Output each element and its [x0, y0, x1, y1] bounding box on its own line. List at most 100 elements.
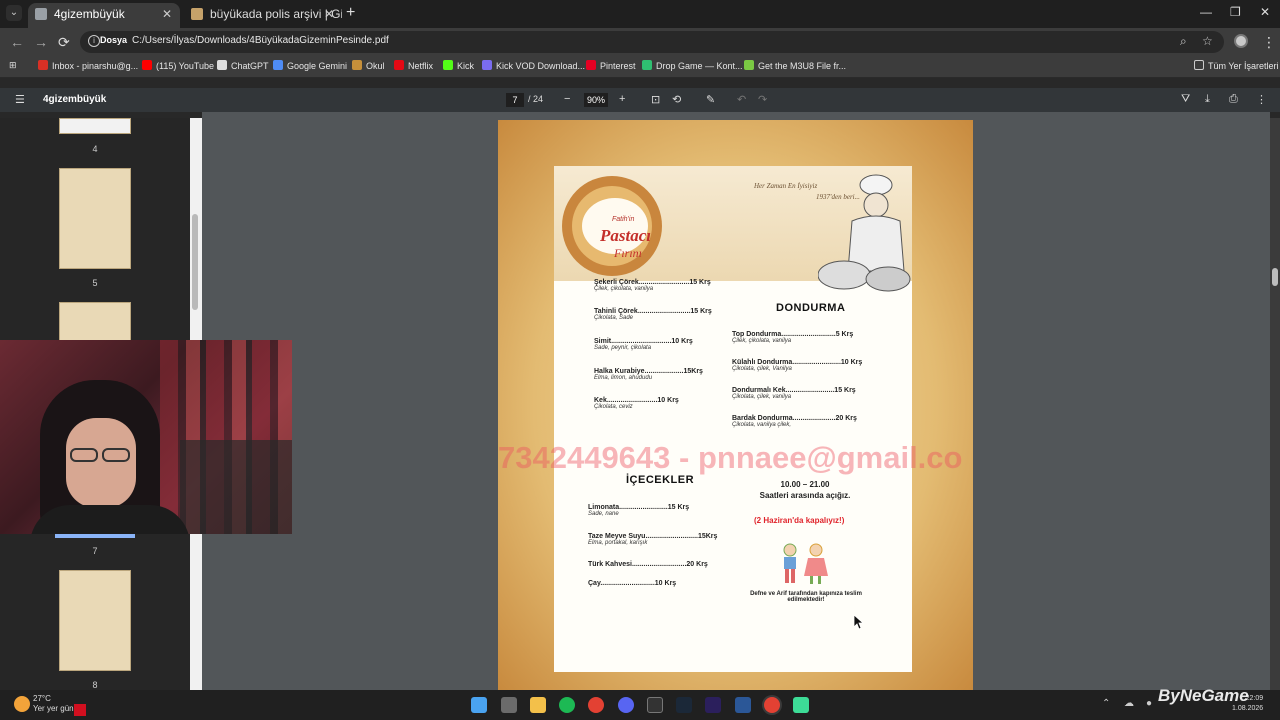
discord-icon[interactable]	[618, 697, 634, 713]
rotate-icon[interactable]: ⟲	[672, 93, 681, 106]
chrome-icon[interactable]	[588, 697, 604, 713]
pdf-toolbar: ☰ 4gizembüyük 7 / 24 − 90% + ⊡ ⟲ ✎ ↶ ↷ ⛛…	[0, 88, 1280, 112]
restore-icon[interactable]: ❐	[1230, 5, 1241, 19]
all-bookmarks[interactable]: Tüm Yer İşaretleri	[1194, 60, 1279, 71]
closed-notice: (2 Haziran'da kapalıyız!)	[754, 516, 845, 525]
menu-item: Simit...............................10 K…	[594, 338, 693, 351]
thumbnail-page-5[interactable]	[59, 168, 131, 269]
window-close-icon[interactable]: ✕	[1260, 5, 1270, 19]
viewer-scrollbar-thumb[interactable]	[1272, 268, 1278, 286]
logo-small-text: Fatih'in	[612, 216, 635, 223]
task-view-icon[interactable]	[501, 697, 517, 713]
zoom-input[interactable]: 90%	[584, 93, 608, 107]
bookmark-youtube[interactable]: (115) YouTube	[142, 60, 214, 71]
sidebar-scrollbar-thumb[interactable]	[192, 214, 198, 310]
profile-avatar[interactable]	[1234, 34, 1248, 48]
chrome-active-icon[interactable]	[764, 697, 780, 713]
file-explorer-icon[interactable]	[530, 697, 546, 713]
epic-games-icon[interactable]	[647, 697, 663, 713]
mouse-cursor-icon	[854, 615, 864, 629]
menu-item: Türk Kahvesi............................…	[588, 561, 708, 568]
fit-page-icon[interactable]: ⊡	[651, 93, 660, 106]
bookmark-m3u8[interactable]: Get the M3U8 File fr...	[744, 60, 846, 71]
recording-icon	[74, 704, 86, 716]
apps-icon[interactable]: ⊞	[9, 60, 17, 71]
viewer-scrollbar[interactable]	[1270, 118, 1280, 690]
tab-archive[interactable]: büyükada polis arşivi | Gizemin ✕	[184, 3, 342, 28]
download-icon[interactable]: ⤓	[1205, 93, 1210, 106]
annotate-icon[interactable]: ✎	[706, 93, 715, 106]
tab-pdf[interactable]: 4gizembüyük ✕	[28, 3, 180, 28]
hours-range: 10.00 – 21.00	[780, 480, 830, 489]
spotify-icon[interactable]	[559, 697, 575, 713]
menu-item: Tahinli Çörek...........................…	[594, 308, 712, 321]
browser-toolbar: ← → ⟳ i Dosya C:/Users/İlyas/Downloads/4…	[0, 28, 1280, 56]
info-icon[interactable]: i	[88, 35, 100, 47]
bookmarks-bar: ⊞ Inbox - pinarshu@g... (115) YouTube Ch…	[0, 56, 1280, 78]
kick-vod-icon	[482, 60, 492, 70]
steam-icon[interactable]	[676, 697, 692, 713]
weather-temp: 27°C	[33, 694, 51, 703]
bookmark-kick-vod[interactable]: Kick VOD Download...	[482, 60, 585, 71]
print-icon[interactable]: ⎙	[1229, 93, 1238, 106]
close-tab-icon[interactable]: ✕	[162, 3, 172, 25]
zoom-icon[interactable]: ⌕	[1180, 34, 1187, 49]
sidebar-menu-icon[interactable]: ☰	[15, 93, 25, 106]
pdf-more-icon[interactable]: ⋮	[1256, 93, 1267, 106]
bookmark-gemini[interactable]: Google Gemini	[273, 60, 347, 71]
thumbnail-page-8[interactable]	[59, 570, 131, 671]
redo-icon[interactable]: ↷	[758, 93, 767, 106]
thumbnail-page-4[interactable]	[59, 118, 131, 134]
address-url[interactable]: C:/Users/İlyas/Downloads/4BüyükadaGizemi…	[132, 35, 389, 46]
thumbnail-label: 4	[92, 144, 98, 154]
drive-icon[interactable]: ⛛	[1181, 93, 1190, 106]
hours-text: Saatleri arasında açığız.	[759, 491, 851, 500]
address-protocol: Dosya	[100, 35, 128, 45]
bookmark-okul[interactable]: Okul	[352, 60, 385, 71]
forward-icon[interactable]: →	[34, 34, 48, 50]
bookmark-star-icon[interactable]: ☆	[1202, 34, 1213, 48]
tab-search-dropdown[interactable]: ⌄	[6, 5, 22, 21]
minimize-icon[interactable]: —	[1200, 5, 1212, 19]
menu-item: Şekerli Çörek..........................1…	[594, 279, 711, 292]
section-title-dondurma: DONDURMA	[776, 302, 846, 314]
bookmark-netflix[interactable]: Netflix	[394, 60, 433, 71]
bakery-menu: Fatih'in Pastacı Fırını Her Zaman En İyi…	[554, 166, 912, 672]
zoom-in-icon[interactable]: +	[619, 93, 625, 105]
reload-icon[interactable]: ⟳	[58, 34, 70, 51]
page-number-input[interactable]: 7	[506, 93, 524, 107]
app-icon[interactable]	[735, 697, 751, 713]
tray-overflow-icon[interactable]: ⌃	[1102, 698, 1110, 709]
thumbnail-label: 8	[92, 680, 98, 690]
chatgpt-icon	[217, 60, 227, 70]
app-green-icon[interactable]	[793, 697, 809, 713]
thumbnail-page-6[interactable]	[59, 302, 131, 342]
kick-icon	[443, 60, 453, 70]
menu-kebab-icon[interactable]: ⋮	[1262, 34, 1276, 51]
cloud-icon[interactable]: ☁	[1124, 698, 1134, 709]
folder-outline-icon	[1194, 60, 1204, 70]
start-icon[interactable]	[471, 697, 487, 713]
youtube-icon	[142, 60, 152, 70]
bookmark-kick[interactable]: Kick	[443, 60, 474, 71]
bookmark-drop-game[interactable]: Drop Game — Kont...	[642, 60, 743, 71]
zoom-out-icon[interactable]: −	[564, 93, 570, 105]
back-icon[interactable]: ←	[10, 34, 24, 50]
taskbar: 27°C Yer yer güneşli ⌃ ☁ ● 22:09 1.08.20…	[0, 690, 1280, 720]
page-total: / 24	[528, 94, 544, 104]
after-effects-icon[interactable]	[705, 697, 721, 713]
undo-icon[interactable]: ↶	[737, 93, 746, 106]
address-bar[interactable]: i Dosya C:/Users/İlyas/Downloads/4Büyüka…	[80, 31, 1224, 53]
chef-illustration	[818, 174, 911, 292]
close-tab-icon[interactable]: ✕	[324, 3, 334, 25]
slogan: Her Zaman En İyisiyiz	[754, 182, 818, 190]
bookmark-chatgpt[interactable]: ChatGPT	[217, 60, 269, 71]
new-tab-icon[interactable]: +	[346, 4, 355, 22]
menu-item: Limonata.........................15 Krş …	[588, 504, 690, 517]
m3u8-icon	[744, 60, 754, 70]
microphone-icon[interactable]: ●	[1146, 698, 1152, 709]
bookmark-inbox[interactable]: Inbox - pinarshu@g...	[38, 60, 138, 71]
bookmark-pinterest[interactable]: Pinterest	[586, 60, 636, 71]
weather-icon	[14, 696, 30, 712]
menu-item: Çay............................10 Krş	[588, 580, 677, 587]
